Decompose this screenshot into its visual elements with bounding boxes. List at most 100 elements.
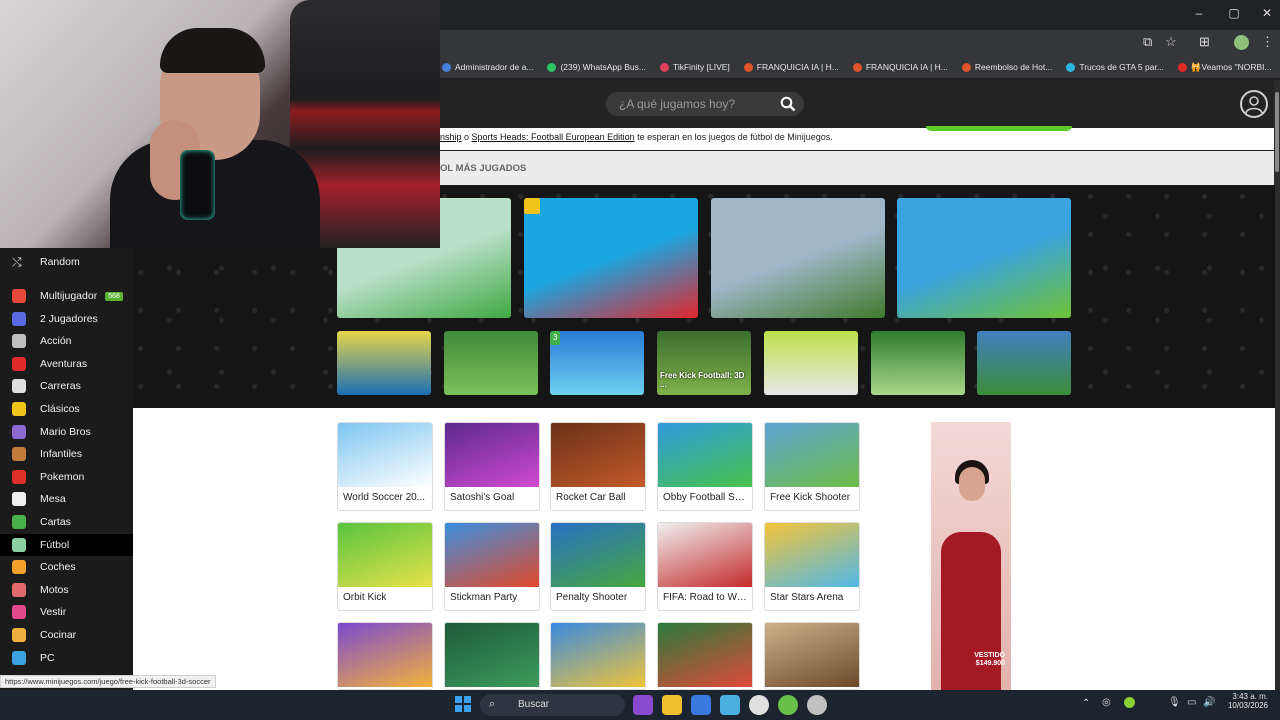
category-icon xyxy=(12,334,26,349)
featured-game-thumb-small[interactable] xyxy=(444,331,538,395)
sidebar-item-13[interactable]: Coches xyxy=(0,556,133,578)
game-card[interactable]: Stickman Party xyxy=(444,522,540,611)
microphone-icon[interactable]: 🎙 xyxy=(1168,697,1181,708)
browser-titlebar xyxy=(440,0,1280,30)
sidebar-item-11[interactable]: Cartas xyxy=(0,511,133,533)
bookmark-favicon-icon xyxy=(442,62,451,72)
sidebar-item-1[interactable]: Multijugador 568 xyxy=(0,285,133,307)
sidebar-item-3[interactable]: Acción xyxy=(0,330,133,352)
count-badge: 568 xyxy=(105,291,123,301)
profile-avatar[interactable] xyxy=(1234,35,1249,50)
featured-game-thumb-small[interactable] xyxy=(764,331,858,395)
sidebar-item-17[interactable]: PC xyxy=(0,647,133,669)
extensions-icon[interactable]: ⊞ xyxy=(1199,34,1210,50)
game-card[interactable]: Obby Football So... xyxy=(657,422,753,511)
featured-game-thumb[interactable] xyxy=(711,198,885,318)
tray-chevron-icon[interactable]: ⌃ xyxy=(1082,698,1090,709)
microphone xyxy=(180,150,215,220)
game-card-image xyxy=(551,423,645,487)
bookmark-item[interactable]: Reembolso de Hot... xyxy=(961,62,1052,72)
store-icon[interactable] xyxy=(691,695,711,715)
app-icon[interactable] xyxy=(778,695,798,715)
bookmark-item[interactable]: Trucos de GTA 5 par... xyxy=(1066,62,1164,72)
thumb-label: Free Kick Football: 3D ... xyxy=(660,371,745,389)
install-app-icon[interactable]: ⧉ xyxy=(1143,34,1152,50)
close-button[interactable]: ✕ xyxy=(1258,6,1276,22)
game-card[interactable]: World Soccer 20... xyxy=(337,422,433,511)
clock[interactable]: 3:43 a. m. 10/03/2026 xyxy=(1218,692,1268,710)
game-card[interactable] xyxy=(444,622,540,690)
bookmark-item[interactable]: TikFinity [LIVE] xyxy=(659,62,730,72)
featured-game-thumb-small[interactable]: Free Kick Football: 3D ... xyxy=(657,331,751,395)
copilot-icon[interactable] xyxy=(633,695,653,715)
sidebar-item-random[interactable]: ⤭ Random xyxy=(0,251,133,273)
sidebar-item-label: Acción xyxy=(40,335,72,348)
green-button-edge[interactable] xyxy=(926,126,1072,131)
user-icon[interactable] xyxy=(1240,90,1268,118)
category-icon xyxy=(12,447,26,462)
sidebar-item-6[interactable]: Clásicos xyxy=(0,398,133,420)
minimize-button[interactable]: – xyxy=(1190,6,1208,22)
featured-game-thumb[interactable] xyxy=(524,198,698,318)
game-card[interactable]: Rocket Car Ball xyxy=(550,422,646,511)
bookmark-item[interactable]: FRANQUICIA IA | H... xyxy=(852,62,948,72)
sidebar-item-label: Cartas xyxy=(40,516,71,528)
game-card[interactable] xyxy=(337,622,433,690)
game-card[interactable] xyxy=(657,622,753,690)
address-bar[interactable] xyxy=(440,30,1280,56)
game-card[interactable]: Penalty Shooter xyxy=(550,522,646,611)
game-card[interactable]: Satoshi's Goal xyxy=(444,422,540,511)
bookmark-item[interactable]: 🙀Veamos "NORBI... xyxy=(1177,62,1272,73)
tray-app-icon[interactable] xyxy=(1124,697,1135,708)
volume-icon[interactable]: 🔊 xyxy=(1203,697,1215,708)
game-card[interactable] xyxy=(550,622,646,690)
description-link-1[interactable]: nship xyxy=(440,132,462,142)
game-card-title: Obby Football So... xyxy=(663,492,749,503)
game-card[interactable]: FIFA: Road to Wo... xyxy=(657,522,753,611)
sidebar-item-4[interactable]: Aventuras xyxy=(0,353,133,375)
sidebar-item-label: Carreras xyxy=(40,380,81,393)
sidebar-item-10[interactable]: Mesa xyxy=(0,488,133,510)
sidebar-item-16[interactable]: Cocinar xyxy=(0,624,133,646)
featured-game-thumb-small[interactable] xyxy=(977,331,1071,395)
featured-game-thumb[interactable] xyxy=(897,198,1071,318)
game-card-title: Satoshi's Goal xyxy=(450,492,515,503)
file-explorer-icon[interactable] xyxy=(662,695,682,715)
sidebar-item-9[interactable]: Pokemon xyxy=(0,466,133,488)
app-icon[interactable] xyxy=(807,695,827,715)
game-card[interactable]: Orbit Kick xyxy=(337,522,433,611)
sidebar-item-12[interactable]: Fútbol xyxy=(0,533,133,556)
bookmark-favicon-icon xyxy=(547,62,557,72)
windows-start-icon[interactable] xyxy=(455,696,471,717)
featured-game-thumb-small[interactable] xyxy=(871,331,965,395)
search-input[interactable]: ¿A qué jugamos hoy? xyxy=(606,92,804,116)
maximize-button[interactable]: ▢ xyxy=(1225,6,1243,22)
search-icon[interactable] xyxy=(780,96,796,112)
bookmark-item[interactable]: Administrador de a... xyxy=(442,62,533,72)
sidebar-item-8[interactable]: Infantiles xyxy=(0,443,133,465)
sidebar-item-5[interactable]: Carreras xyxy=(0,375,133,397)
sidebar-item-14[interactable]: Motos xyxy=(0,579,133,601)
featured-game-thumb-small[interactable]: 3 xyxy=(550,331,644,395)
game-card[interactable]: Star Stars Arena xyxy=(764,522,860,611)
network-icon[interactable]: ▭ xyxy=(1187,697,1196,708)
clock-time: 3:43 a. m. xyxy=(1232,692,1268,701)
menu-icon[interactable]: ⋮ xyxy=(1261,34,1274,50)
bookmark-item[interactable]: FRANQUICIA IA | H... xyxy=(743,62,839,72)
game-card[interactable] xyxy=(764,622,860,690)
advertisement[interactable]: VESTIDO $149.900 xyxy=(931,422,1011,690)
tray-icon[interactable]: ◎ xyxy=(1102,697,1111,708)
sidebar-item-2[interactable]: 2 Jugadores xyxy=(0,308,133,330)
featured-game-thumb-small[interactable] xyxy=(337,331,431,395)
description-link-2[interactable]: Sports Heads: Football European Edition xyxy=(472,132,635,142)
taskbar-search[interactable]: Buscar xyxy=(480,694,625,716)
game-card-image xyxy=(445,523,539,587)
game-card[interactable]: Free Kick Shooter xyxy=(764,422,860,511)
photos-icon[interactable] xyxy=(720,695,740,715)
bookmark-star-icon[interactable]: ☆ xyxy=(1165,34,1177,50)
chrome-icon[interactable] xyxy=(749,695,769,715)
bookmark-item[interactable]: (239) WhatsApp Bus... xyxy=(547,62,646,72)
sidebar-item-15[interactable]: Vestir xyxy=(0,601,133,623)
sidebar-item-7[interactable]: Mario Bros xyxy=(0,421,133,443)
scroll-thumb[interactable] xyxy=(1275,92,1279,172)
